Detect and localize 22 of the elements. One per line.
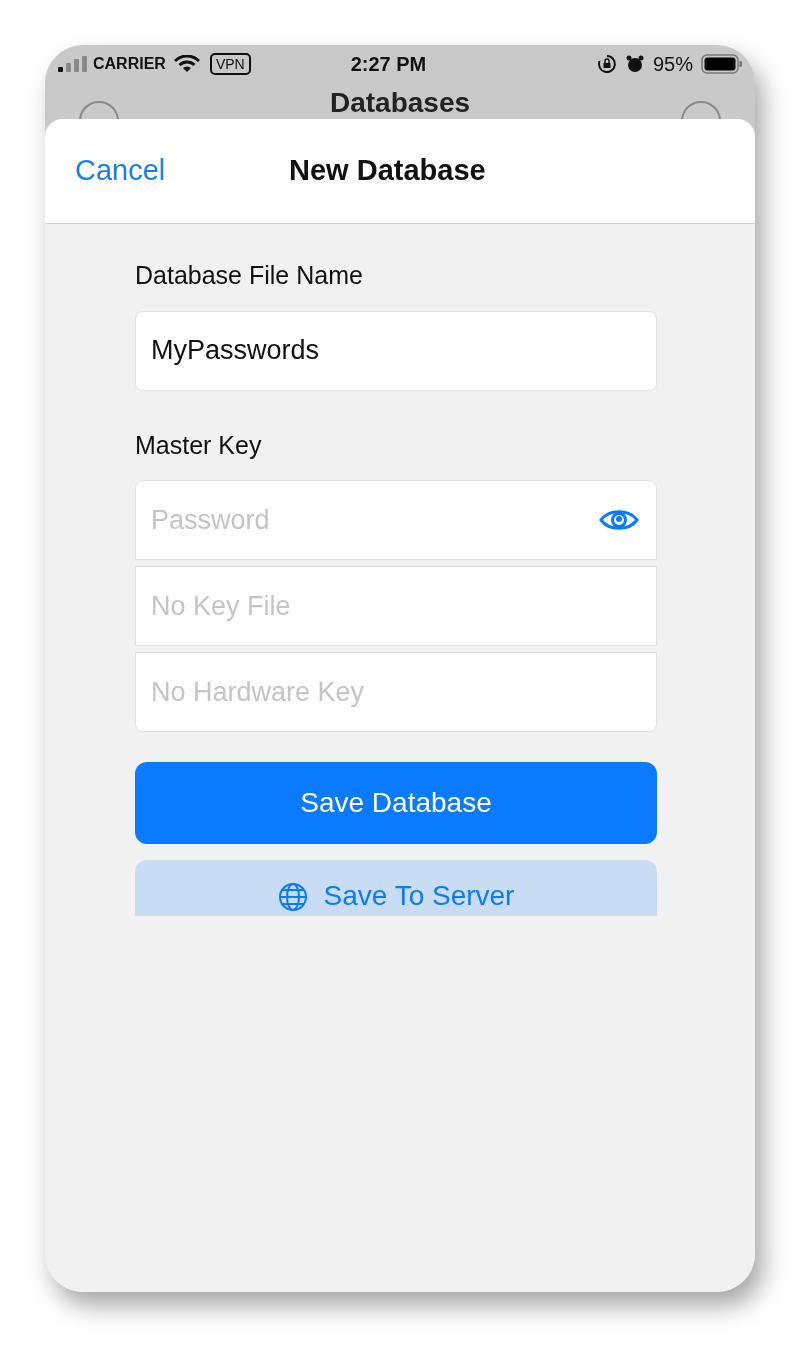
globe-icon <box>277 882 308 912</box>
carrier-name: CARRIER <box>93 54 166 74</box>
wifi-icon <box>173 55 200 73</box>
cancel-button[interactable]: Cancel <box>75 149 166 193</box>
battery-percent: 95% <box>652 52 693 77</box>
rotation-lock-icon <box>596 54 617 74</box>
key-field[interactable]: No Key File <box>135 566 657 646</box>
eye-icon[interactable] <box>599 508 639 532</box>
alarm-icon <box>624 54 645 74</box>
save-button[interactable]: Save Database <box>135 762 657 844</box>
field-label: Database File Name <box>135 260 364 291</box>
vpn-badge: VPN <box>209 53 251 75</box>
file-name-field[interactable]: MyPasswords <box>135 310 657 391</box>
field-label: Master Key <box>135 429 263 461</box>
signal-icon <box>57 56 89 72</box>
server-button[interactable]: Save To Server <box>135 860 657 916</box>
status-time: 2:27 PM <box>350 52 427 77</box>
password-field[interactable]: Password <box>135 480 657 560</box>
sheet-title: New Database <box>289 153 486 189</box>
battery-icon <box>701 54 743 74</box>
background-title: Databases <box>329 89 471 117</box>
key-field[interactable]: No Hardware Key <box>135 652 657 732</box>
